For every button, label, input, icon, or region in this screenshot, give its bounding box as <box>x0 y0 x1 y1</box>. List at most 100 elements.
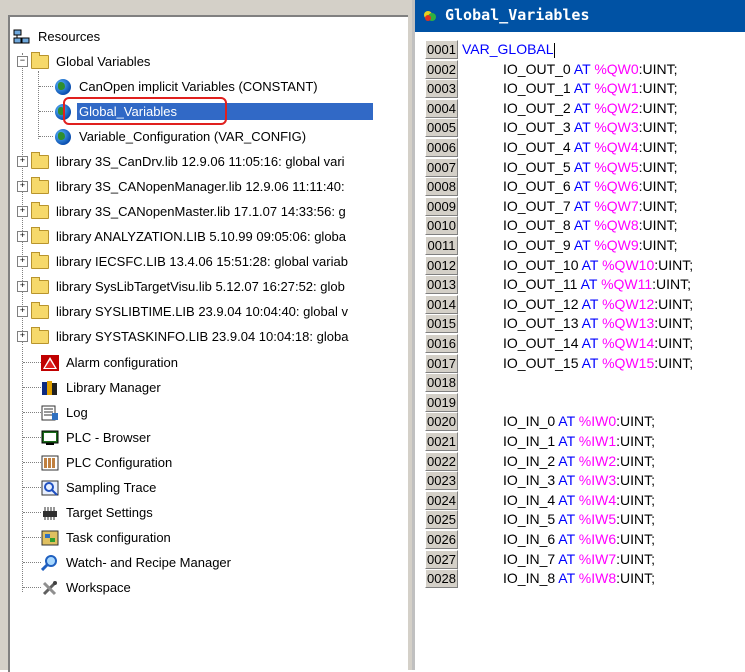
code-line[interactable]: IO_OUT_5 AT %QW5:UINT; <box>503 158 678 177</box>
code-line[interactable]: IO_OUT_7 AT %QW7:UINT; <box>503 197 678 216</box>
line-number: 0015 <box>425 314 458 333</box>
variable-name: IO_OUT_5 <box>503 159 571 175</box>
code-line[interactable]: IO_OUT_8 AT %QW8:UINT; <box>503 216 678 235</box>
code-line[interactable]: IO_OUT_4 AT %QW4:UINT; <box>503 138 678 157</box>
expand-toggle[interactable]: + <box>17 156 28 167</box>
tree-line <box>23 437 41 438</box>
code-line[interactable]: IO_OUT_6 AT %QW6:UINT; <box>503 177 678 196</box>
code-line[interactable]: IO_OUT_1 AT %QW1:UINT; <box>503 79 678 98</box>
code-line[interactable]: IO_OUT_11 AT %QW11:UINT; <box>503 275 691 294</box>
tree-label: library 3S_CANopenMaster.lib 17.1.07 14:… <box>56 204 346 219</box>
tree-label: Alarm configuration <box>66 355 178 370</box>
tree-item-alarm-configuration[interactable]: Alarm configuration <box>40 350 180 375</box>
keyword-at: AT <box>558 453 575 469</box>
data-type: :UINT; <box>638 61 678 77</box>
io-address: %QW1 <box>594 80 639 96</box>
expand-toggle[interactable]: + <box>17 331 28 342</box>
tree-root-resources[interactable]: Resources <box>12 24 102 49</box>
data-type: :UINT; <box>654 335 694 351</box>
resources-tree[interactable]: Resources − Global Variables CanOpen imp… <box>8 15 408 672</box>
expand-toggle[interactable]: + <box>17 181 28 192</box>
tree-item-canopen-implicit[interactable]: CanOpen implicit Variables (CONSTANT) <box>53 74 320 99</box>
code-line[interactable]: IO_OUT_10 AT %QW10:UINT; <box>503 256 693 275</box>
tree-item-library[interactable]: library 3S_CanDrv.lib 12.9.06 11:05:16: … <box>30 149 347 174</box>
tree-label: library SysLibTargetVisu.lib 5.12.07 16:… <box>56 279 345 294</box>
tree-item-workspace[interactable]: Workspace <box>40 575 133 600</box>
line-number: 0012 <box>425 256 458 275</box>
io-address: %IW4 <box>578 492 617 508</box>
tree-item-log[interactable]: Log <box>40 400 90 425</box>
io-address: %IW2 <box>578 453 617 469</box>
io-address: %IW7 <box>578 551 617 567</box>
global-variables-icon <box>423 9 437 23</box>
data-type: :UINT; <box>616 472 655 488</box>
io-address: %IW8 <box>578 570 617 586</box>
line-number: 0010 <box>425 216 458 235</box>
tree-label: Resources <box>38 29 101 44</box>
tree-label: library SYSLIBTIME.LIB 23.9.04 10:04:40:… <box>56 304 348 319</box>
data-type: :UINT; <box>638 139 678 155</box>
plc-config-icon <box>40 454 60 472</box>
tree-item-library[interactable]: library 3S_CANopenMaster.lib 17.1.07 14:… <box>30 199 348 224</box>
data-type: :UINT; <box>638 119 678 135</box>
io-address: %QW8 <box>594 217 639 233</box>
code-line[interactable]: IO_IN_6 AT %IW6:UINT; <box>503 530 655 549</box>
tree-item-target-settings[interactable]: Target Settings <box>40 500 155 525</box>
tree-label: Log <box>66 405 88 420</box>
tree-item-library[interactable]: library 3S_CANopenManager.lib 12.9.06 11… <box>30 174 347 199</box>
tree-item-library[interactable]: library SYSLIBTIME.LIB 23.9.04 10:04:40:… <box>30 299 350 324</box>
tree-label: library ANALYZATION.LIB 5.10.99 09:05:06… <box>56 229 347 244</box>
code-line[interactable]: IO_IN_3 AT %IW3:UINT; <box>503 471 655 490</box>
tree-item-library[interactable]: library IECSFC.LIB 13.4.06 15:51:28: glo… <box>30 249 350 274</box>
code-line[interactable]: IO_OUT_9 AT %QW9:UINT; <box>503 236 678 255</box>
resources-icon <box>12 28 32 46</box>
tree-item-library-manager[interactable]: Library Manager <box>40 375 163 400</box>
keyword-at: AT <box>558 492 575 508</box>
code-line[interactable]: IO_IN_7 AT %IW7:UINT; <box>503 550 655 569</box>
data-type: :UINT; <box>616 570 655 586</box>
expand-toggle[interactable]: + <box>17 206 28 217</box>
tree-item-plc-configuration[interactable]: PLC Configuration <box>40 450 174 475</box>
code-line[interactable]: IO_IN_1 AT %IW1:UINT; <box>503 432 655 451</box>
highlight-box <box>63 97 227 125</box>
tree-item-global-variables[interactable]: Global Variables <box>30 49 152 74</box>
line-number: 0023 <box>425 471 458 490</box>
tree-label: PLC - Browser <box>66 430 151 445</box>
code-line[interactable]: IO_OUT_15 AT %QW15:UINT; <box>503 354 693 373</box>
data-type: :UINT; <box>638 198 678 214</box>
data-type: :UINT; <box>654 355 694 371</box>
expand-toggle[interactable]: + <box>17 231 28 242</box>
code-line[interactable]: IO_IN_8 AT %IW8:UINT; <box>503 569 655 588</box>
code-line[interactable]: IO_OUT_2 AT %QW2:UINT; <box>503 99 678 118</box>
tree-item-plc-browser[interactable]: PLC - Browser <box>40 425 153 450</box>
code-line[interactable]: IO_OUT_3 AT %QW3:UINT; <box>503 118 678 137</box>
code-line[interactable]: IO_IN_5 AT %IW5:UINT; <box>503 510 655 529</box>
io-address: %QW13 <box>602 315 655 331</box>
code-line[interactable]: IO_IN_2 AT %IW2:UINT; <box>503 452 655 471</box>
code-line[interactable]: IO_IN_4 AT %IW4:UINT; <box>503 491 655 510</box>
expand-toggle[interactable]: + <box>17 281 28 292</box>
line-number: 0026 <box>425 530 458 549</box>
tree-item-watch-recipe-manager[interactable]: Watch- and Recipe Manager <box>40 550 233 575</box>
variable-name: IO_OUT_12 <box>503 296 579 312</box>
var-global-header[interactable]: VAR_GLOBAL <box>462 40 555 59</box>
code-line[interactable]: IO_OUT_13 AT %QW13:UINT; <box>503 314 693 333</box>
code-line[interactable]: IO_IN_0 AT %IW0:UINT; <box>503 412 655 431</box>
expand-toggle[interactable]: + <box>17 306 28 317</box>
code-line[interactable]: IO_OUT_0 AT %QW0:UINT; <box>503 60 678 79</box>
expand-toggle[interactable]: + <box>17 256 28 267</box>
tree-item-library[interactable]: library ANALYZATION.LIB 5.10.99 09:05:06… <box>30 224 348 249</box>
variable-name: IO_OUT_15 <box>503 355 579 371</box>
tree-line <box>23 387 41 388</box>
code-line[interactable]: IO_OUT_12 AT %QW12:UINT; <box>503 295 693 314</box>
alarm-icon <box>40 354 60 372</box>
line-number: 0005 <box>425 118 458 137</box>
collapse-toggle[interactable]: − <box>17 56 28 67</box>
tree-item-variable-configuration[interactable]: Variable_Configuration (VAR_CONFIG) <box>53 124 308 149</box>
tree-item-task-configuration[interactable]: Task configuration <box>40 525 173 550</box>
tree-item-library[interactable]: library SYSTASKINFO.LIB 23.9.04 10:04:18… <box>30 324 350 349</box>
tree-item-sampling-trace[interactable]: Sampling Trace <box>40 475 158 500</box>
code-line[interactable]: IO_OUT_14 AT %QW14:UINT; <box>503 334 693 353</box>
tree-line <box>22 53 23 345</box>
tree-item-library[interactable]: library SysLibTargetVisu.lib 5.12.07 16:… <box>30 274 347 299</box>
